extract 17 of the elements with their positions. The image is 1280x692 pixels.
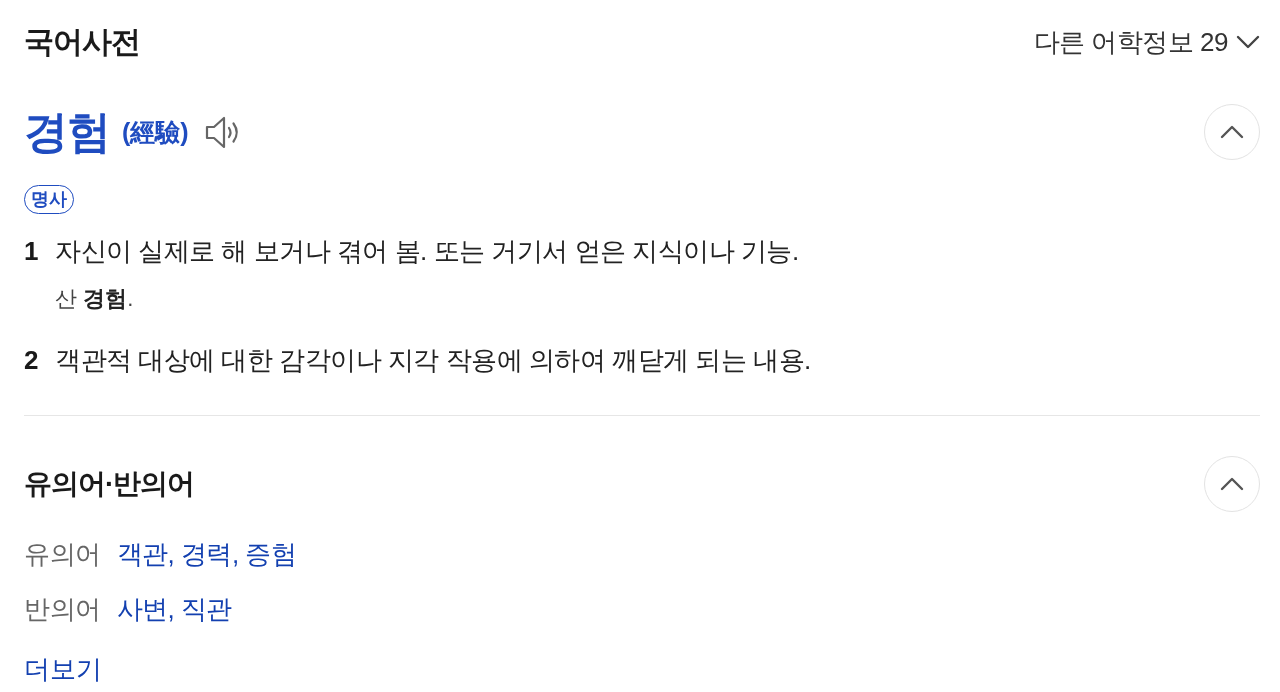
definition-text: 객관적 대상에 대한 감각이나 지각 작용에 의하여 깨닫게 되는 내용. (55, 344, 811, 377)
collapse-button[interactable] (1204, 104, 1260, 160)
other-language-info-dropdown[interactable]: 다른 어학정보 29 (1033, 24, 1260, 60)
related-word-links[interactable]: 객관, 경력, 증험 (116, 536, 297, 572)
section-title: 유의어·반의어 (24, 467, 195, 501)
related-word-links[interactable]: 사변, 직관 (116, 591, 232, 627)
definition-text: 자신이 실제로 해 보거나 겪어 봄. 또는 거기서 얻은 지식이나 기능. (55, 235, 799, 268)
relation-label: 반의어 (24, 593, 101, 626)
more-link[interactable]: 더보기 (24, 651, 102, 687)
example-text: 산 경험. (55, 285, 134, 313)
headword: 경험 (24, 106, 110, 158)
dictionary-title: 국어사전 (24, 24, 140, 60)
hanja-text: (經驗) (122, 117, 189, 148)
sense-number: 2 (24, 344, 39, 377)
collapse-button[interactable] (1204, 456, 1260, 512)
relation-label: 유의어 (24, 538, 101, 571)
sense-number: 1 (24, 235, 39, 268)
